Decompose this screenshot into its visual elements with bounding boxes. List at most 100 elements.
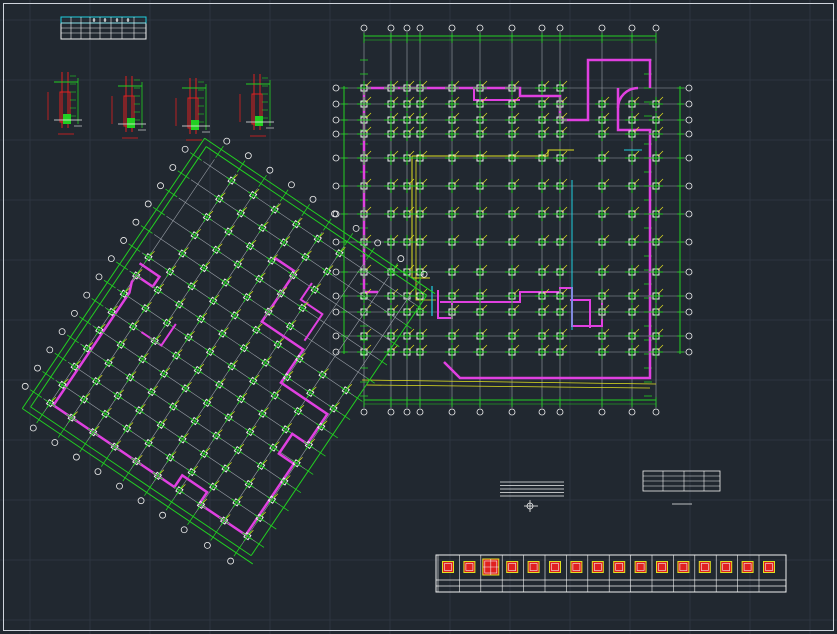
axis-bubble [685, 238, 693, 246]
column [198, 261, 211, 274]
column [241, 290, 254, 303]
column [535, 206, 550, 221]
schedule-section [549, 561, 561, 573]
column [400, 344, 415, 359]
column-tie [408, 112, 415, 119]
column [177, 247, 189, 259]
column [244, 239, 257, 252]
column [109, 440, 121, 452]
column [445, 344, 460, 359]
schedule-section [613, 561, 626, 573]
column [505, 264, 520, 279]
column [112, 389, 125, 401]
axis-bubble [538, 24, 546, 32]
column-tie [603, 328, 610, 335]
column [473, 80, 488, 95]
column-tie [603, 150, 610, 157]
column-tie [543, 80, 550, 87]
column-tie [657, 328, 664, 335]
column [553, 206, 568, 221]
column [595, 304, 610, 319]
column-tie [657, 206, 664, 213]
column [473, 328, 488, 343]
column [255, 459, 268, 472]
cad-viewport[interactable]: ΦΦΦΦ [0, 0, 837, 634]
column-tie [561, 206, 568, 213]
column [183, 331, 195, 343]
column [473, 112, 488, 127]
column-tie [561, 288, 568, 295]
column-tie [365, 264, 372, 271]
column [505, 126, 520, 141]
beam-outline [443, 88, 652, 380]
column [535, 264, 550, 279]
column [505, 328, 520, 343]
column [247, 188, 260, 201]
axis-bubble [352, 224, 360, 232]
column-tie [561, 96, 568, 103]
column-tie [561, 126, 568, 133]
column [177, 433, 189, 445]
axis-bubble [46, 346, 54, 354]
legend-header-cell: Φ [92, 18, 95, 24]
column [625, 328, 640, 343]
column [66, 411, 78, 423]
column-tie [633, 96, 640, 103]
column [137, 352, 149, 365]
column [257, 221, 269, 234]
cad-drawing[interactable]: ΦΦΦΦ [0, 0, 837, 634]
column [413, 206, 428, 221]
column-tie [453, 288, 460, 295]
column-tie [481, 328, 488, 335]
column [238, 341, 251, 354]
column-tie [453, 344, 460, 351]
column [535, 344, 550, 359]
column [445, 328, 460, 343]
column [121, 422, 134, 434]
column [218, 514, 231, 526]
rebar-line [415, 160, 436, 301]
axis-bubble [180, 526, 188, 534]
column [553, 304, 568, 319]
column [167, 400, 180, 412]
axis-bubble [416, 24, 424, 32]
beam-inner [473, 88, 520, 101]
column-tie [657, 288, 664, 295]
column-tie [561, 112, 568, 119]
column-tie [365, 234, 372, 241]
column-tie [392, 178, 399, 185]
column-tie [603, 304, 610, 311]
column-tie [453, 264, 460, 271]
column [198, 447, 211, 460]
column [143, 250, 155, 263]
column [553, 264, 568, 279]
column [357, 288, 372, 303]
column-tie [543, 178, 550, 185]
axis-bubble [132, 218, 140, 226]
axis-bubble [685, 182, 693, 190]
column [189, 414, 201, 427]
column [213, 192, 226, 205]
column-tie [392, 112, 399, 119]
column-tie [453, 80, 460, 87]
column [131, 455, 143, 467]
column [235, 392, 248, 405]
column [357, 96, 372, 111]
column-tie [421, 126, 428, 133]
column [78, 393, 91, 405]
column [384, 206, 399, 221]
column-tie [481, 264, 488, 271]
column [357, 126, 372, 141]
column-tie [392, 234, 399, 241]
column [505, 80, 520, 95]
column-tie [513, 264, 520, 271]
column [595, 234, 610, 249]
detail-rebar [255, 116, 263, 126]
column [505, 344, 520, 359]
column-tie [365, 206, 372, 213]
north-symbol [524, 500, 538, 512]
axis-bubble [397, 255, 405, 262]
axis-bubble [685, 100, 693, 108]
schedule-section-box [570, 561, 583, 573]
column [535, 328, 550, 343]
